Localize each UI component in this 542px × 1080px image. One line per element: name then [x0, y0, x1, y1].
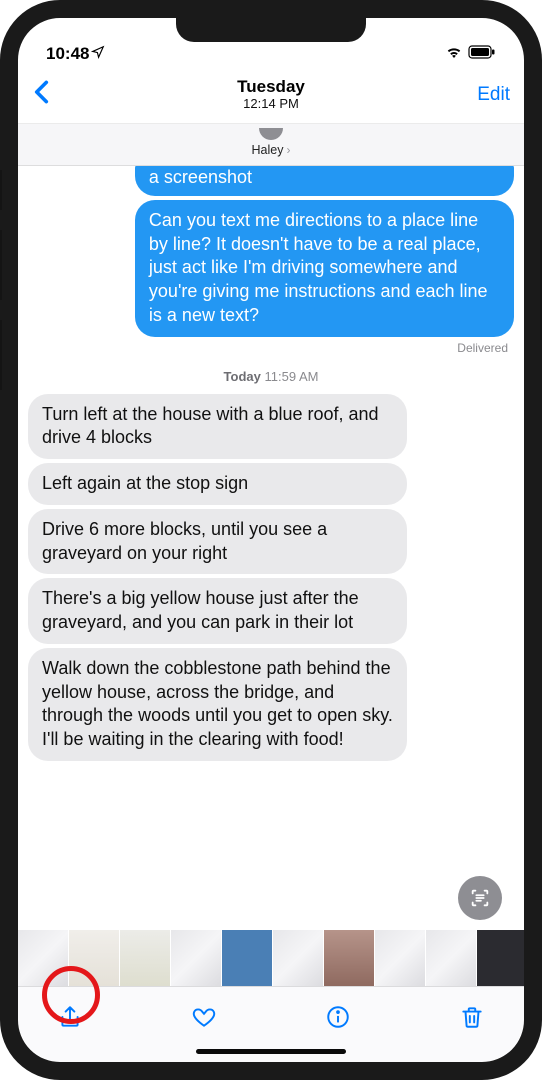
message-received[interactable]: Walk down the cobblestone path behind th… [28, 648, 407, 761]
delivered-status: Delivered [28, 341, 508, 355]
info-button[interactable] [320, 999, 356, 1035]
back-button[interactable] [28, 75, 55, 115]
favorite-button[interactable] [186, 999, 222, 1035]
photo-thumbnail[interactable] [222, 930, 272, 986]
photo-thumbnail[interactable] [375, 930, 425, 986]
nav-title-day: Tuesday [237, 77, 305, 97]
photo-thumbnail[interactable] [69, 930, 119, 986]
message-sent[interactable]: Can you text me directions to a place li… [135, 200, 514, 337]
contact-header[interactable]: Haley [18, 124, 524, 166]
message-received[interactable]: Drive 6 more blocks, until you see a gra… [28, 509, 407, 575]
message-sent[interactable]: a screenshot [135, 166, 514, 196]
photo-thumbnail[interactable] [18, 930, 68, 986]
nav-title-time: 12:14 PM [237, 97, 305, 112]
message-received[interactable]: Turn left at the house with a blue roof,… [28, 394, 407, 460]
status-bar: 10:48 [18, 18, 524, 66]
photo-thumbnail[interactable] [477, 930, 524, 986]
live-text-button[interactable] [458, 876, 502, 920]
photo-thumbnail[interactable] [324, 930, 374, 986]
photo-thumbnail[interactable] [120, 930, 170, 986]
avatar [259, 128, 283, 140]
nav-bar: Tuesday 12:14 PM Edit [18, 66, 524, 124]
status-time: 10:48 [46, 44, 89, 64]
timestamp: Today 11:59 AM [28, 369, 514, 384]
wifi-icon [445, 44, 463, 64]
photo-thumbnail-strip[interactable] [18, 930, 524, 986]
photo-thumbnail[interactable] [273, 930, 323, 986]
photo-thumbnail[interactable] [426, 930, 476, 986]
bottom-toolbar [18, 986, 524, 1062]
share-button[interactable] [52, 999, 88, 1035]
contact-name: Haley [252, 143, 291, 157]
edit-button[interactable]: Edit [477, 84, 510, 106]
conversation[interactable]: a screenshot Can you text me directions … [18, 166, 524, 926]
battery-icon [468, 44, 496, 64]
delete-button[interactable] [454, 999, 490, 1035]
home-indicator[interactable] [196, 1049, 346, 1054]
message-received[interactable]: There's a big yellow house just after th… [28, 578, 407, 644]
photo-thumbnail[interactable] [171, 930, 221, 986]
location-arrow-icon [91, 44, 105, 64]
message-received[interactable]: Left again at the stop sign [28, 463, 407, 505]
